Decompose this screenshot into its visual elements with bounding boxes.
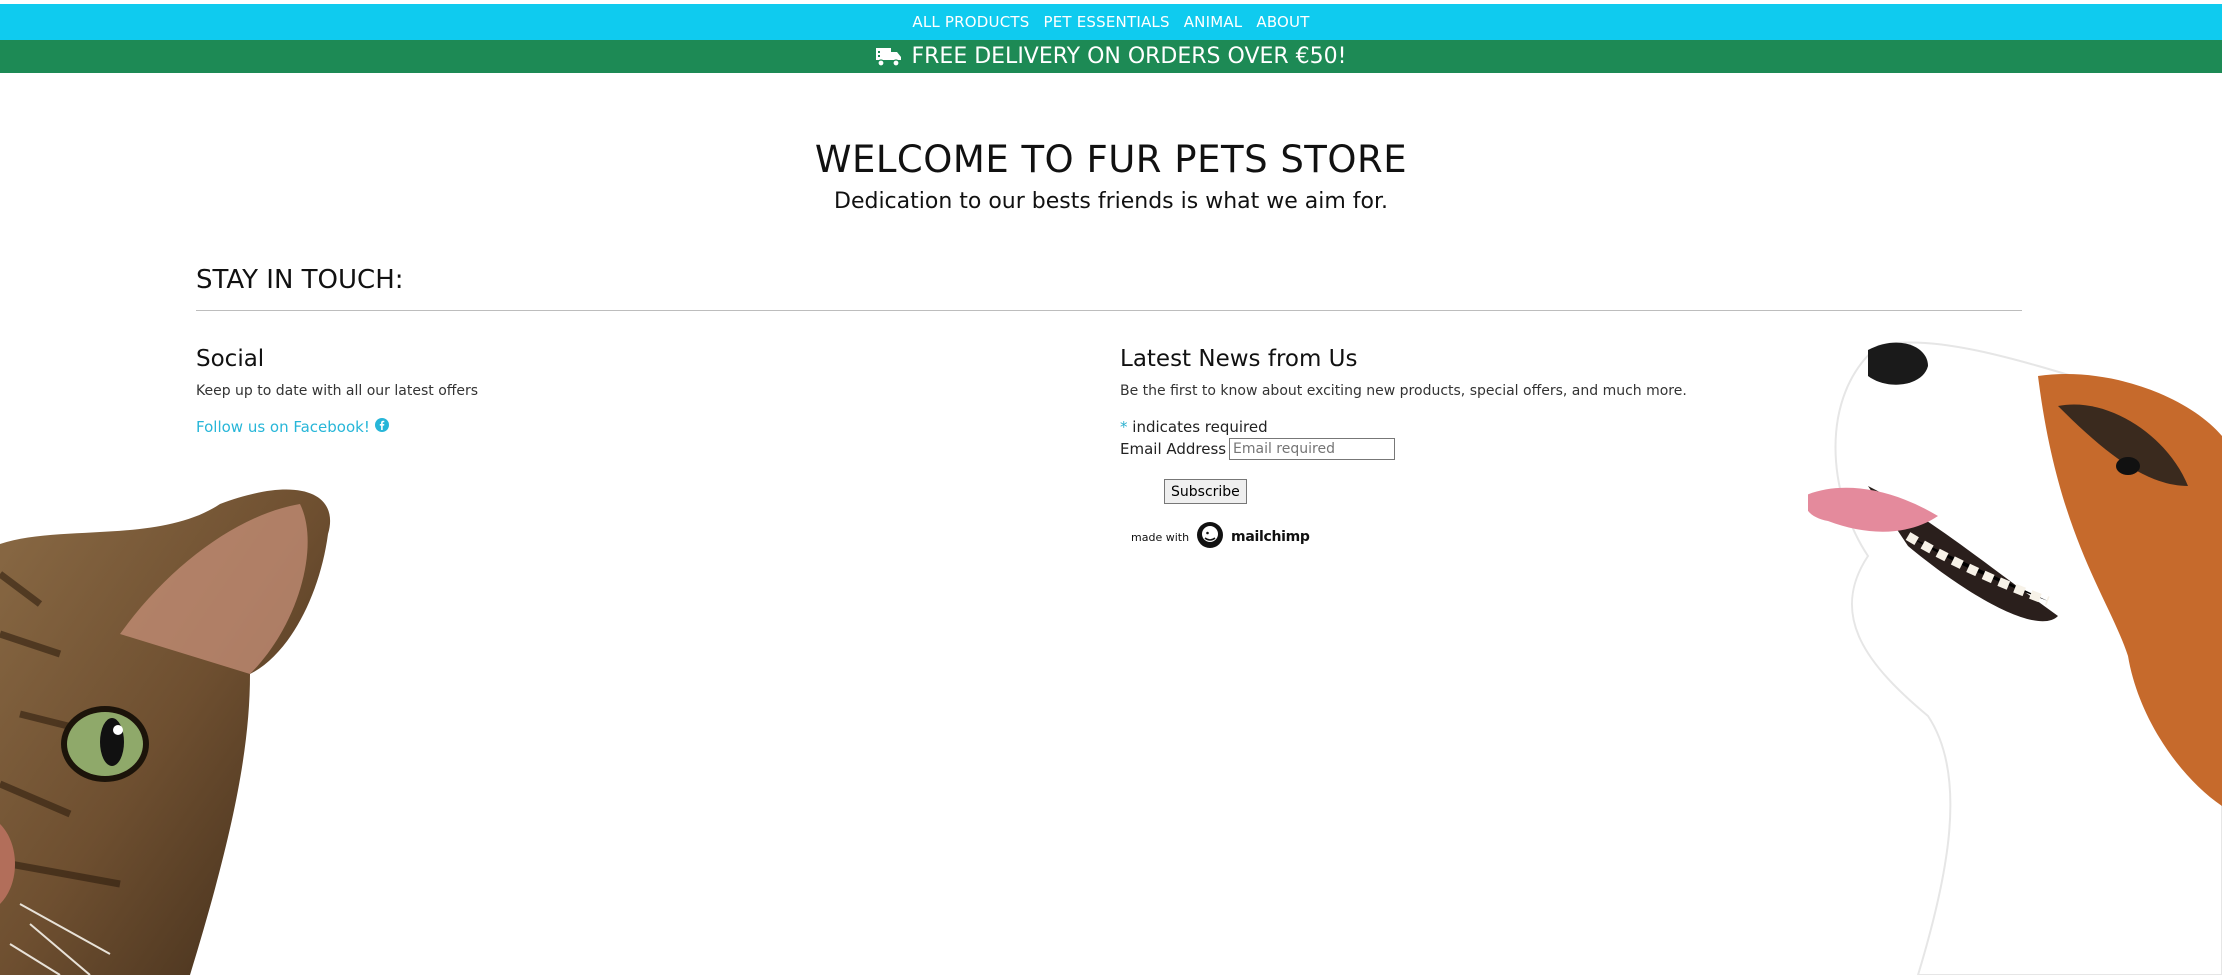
facebook-link[interactable]: Follow us on Facebook! [196,418,389,436]
stay-in-touch-heading: STAY IN TOUCH: [196,265,404,295]
email-label: Email Address * [1120,440,1238,458]
email-input[interactable] [1229,438,1395,460]
mailchimp-badge[interactable]: made with mailchimp [1131,521,1310,553]
social-title: Social [196,346,265,372]
nav-item-pet-essentials[interactable]: PET ESSENTIALS [1043,13,1169,31]
nav-item-animal[interactable]: ANIMAL [1184,13,1243,31]
email-label-text: Email Address [1120,440,1227,458]
nav-item-about[interactable]: ABOUT [1256,13,1309,31]
free-delivery-banner: FREE DELIVERY ON ORDERS OVER €50! [0,40,2222,73]
required-note-text: indicates required [1132,418,1268,436]
page-subtitle: Dedication to our bests friends is what … [834,189,1388,214]
made-with-text: made with [1131,530,1190,544]
facebook-icon [374,418,389,436]
page-title: WELCOME TO FUR PETS STORE [814,138,1408,181]
section-divider [196,310,2022,311]
required-asterisk: * [1120,418,1128,436]
newsletter-description: Be the first to know about exciting new … [1120,383,1687,399]
mailchimp-logo-icon [1196,521,1224,553]
free-delivery-text: FREE DELIVERY ON ORDERS OVER €50! [911,44,1347,69]
truck-icon [875,46,903,68]
required-note: * indicates required [1120,418,1268,436]
facebook-link-label: Follow us on Facebook! [196,418,370,436]
dog-image [1803,336,2222,979]
mailchimp-brand: mailchimp [1231,529,1310,545]
social-description: Keep up to date with all our latest offe… [196,383,479,399]
newsletter-title: Latest News from Us [1120,346,1358,372]
nav-item-all-products[interactable]: ALL PRODUCTS [912,13,1029,31]
cat-image [0,484,340,979]
subscribe-button[interactable]: Subscribe [1164,479,1247,504]
top-navigation: ALL PRODUCTS PET ESSENTIALS ANIMAL ABOUT [0,4,2222,40]
